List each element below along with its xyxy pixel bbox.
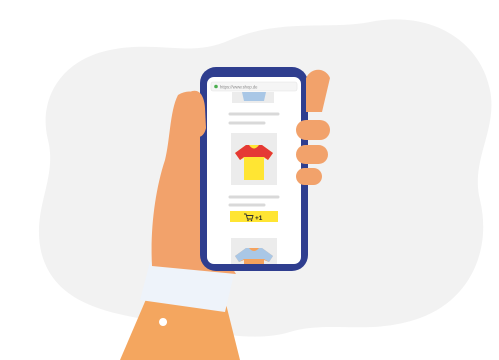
phone-notch	[235, 67, 273, 75]
secure-lock-icon	[214, 84, 218, 89]
add-to-cart-button[interactable]	[230, 211, 278, 222]
add-to-cart-label: +1	[255, 215, 263, 222]
finger-3	[296, 168, 322, 185]
address-bar-url: https://www.shop.de	[220, 85, 258, 90]
finger-2	[296, 145, 328, 164]
sleeve-button	[159, 318, 168, 326]
finger-1	[296, 120, 330, 140]
blue-tshirt-icon	[242, 92, 266, 101]
phone-shopping-illustration: https://www.shop.de +1	[38, 19, 492, 360]
